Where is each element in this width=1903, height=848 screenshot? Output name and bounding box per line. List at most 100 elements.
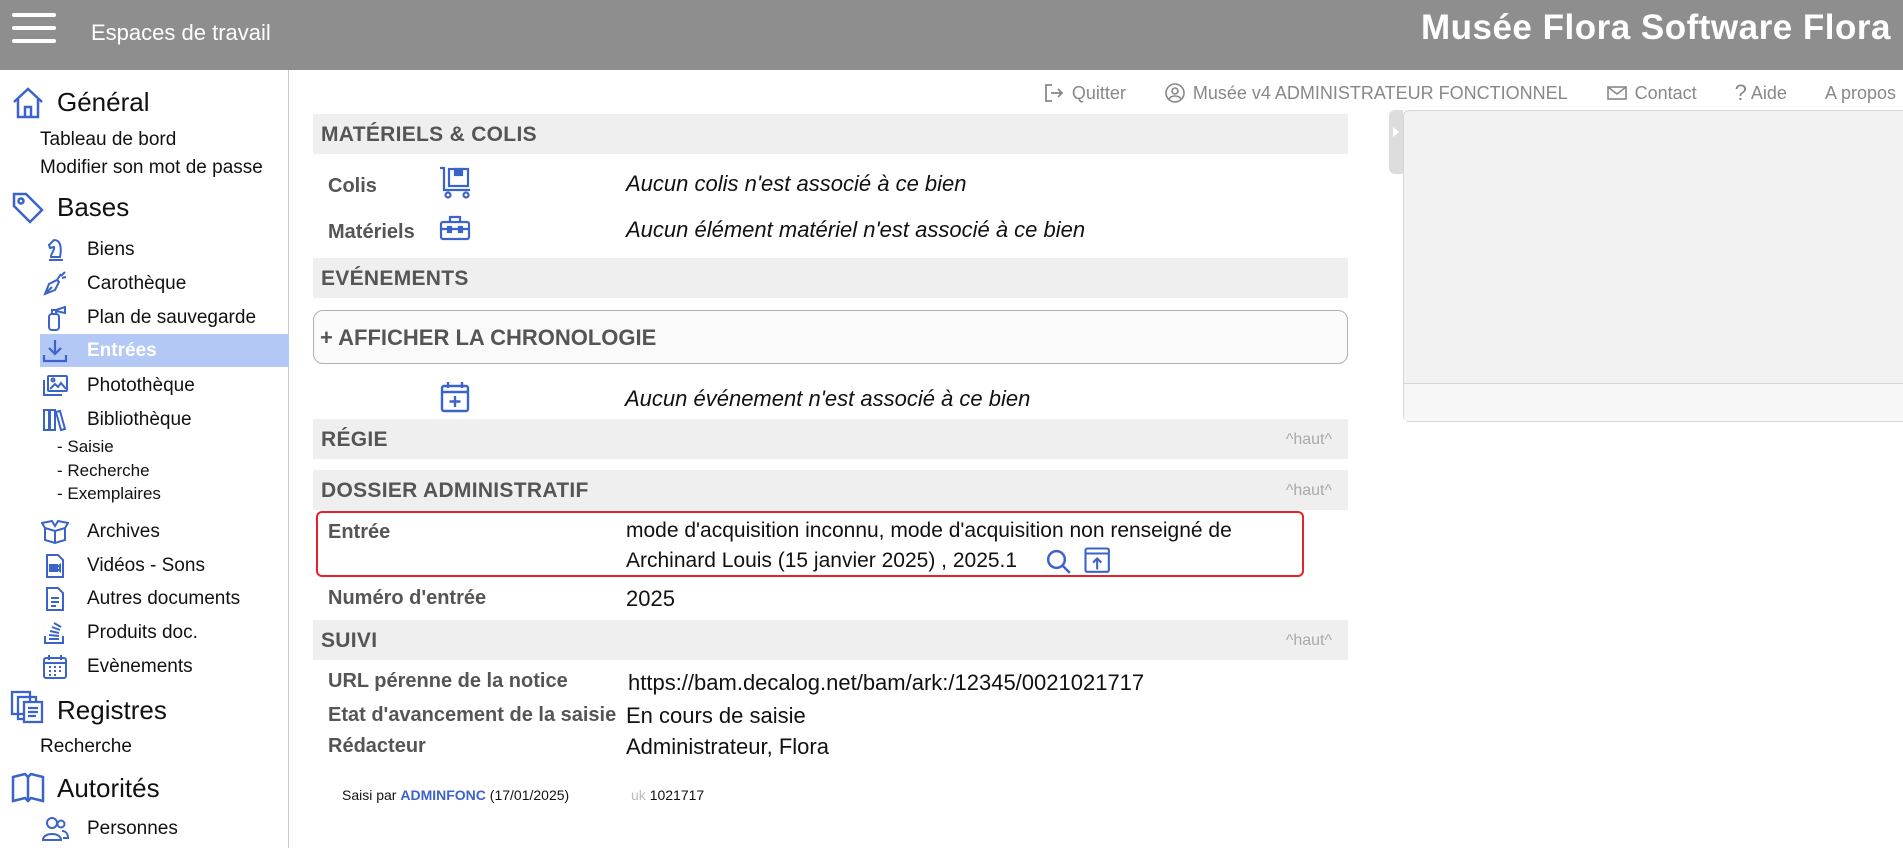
stack-icon bbox=[40, 618, 70, 648]
section-materiels: MATÉRIELS & COLIS bbox=[313, 114, 1348, 154]
images-icon bbox=[40, 371, 70, 401]
chess-knight-icon bbox=[40, 235, 70, 265]
etat-label: Etat d'avancement de la saisie bbox=[328, 704, 617, 726]
sidebar-item-label: Autres documents bbox=[87, 587, 241, 609]
sidebar-link-change-password[interactable]: Modifier son mot de passe bbox=[40, 157, 263, 179]
section-title: RÉGIE bbox=[321, 428, 388, 451]
saisi-par: Saisi par ADMINFONC (17/01/2025) bbox=[342, 787, 569, 803]
workspaces-link[interactable]: Espaces de travail bbox=[91, 20, 271, 46]
top-bar: Espaces de travail Musée Flora Software … bbox=[0, 0, 1903, 70]
tag-icon bbox=[10, 190, 46, 226]
uk-value: 1021717 bbox=[649, 787, 705, 803]
back-to-top-link[interactable]: ^haut^ bbox=[1286, 632, 1332, 650]
quit-link[interactable]: Quitter bbox=[1043, 82, 1126, 104]
section-suivi: SUIVI ^haut^ bbox=[313, 620, 1348, 660]
envelope-icon bbox=[1606, 86, 1627, 100]
cart-box-icon[interactable] bbox=[438, 164, 474, 205]
sidebar-item-label: Bibliothèque bbox=[87, 408, 192, 430]
sidebar-item-autres-documents[interactable]: Autres documents bbox=[40, 582, 289, 615]
app-brand: Musée Flora Software Flora bbox=[1420, 8, 1891, 47]
back-to-top-link[interactable]: ^haut^ bbox=[1286, 482, 1332, 500]
entree-label: Entrée bbox=[328, 521, 391, 543]
back-to-top-link[interactable]: ^haut^ bbox=[1286, 431, 1332, 449]
etat-value: En cours de saisie bbox=[626, 703, 806, 728]
sidebar-item-personnes[interactable]: Personnes bbox=[40, 812, 289, 845]
contact-label: Contact bbox=[1634, 82, 1697, 103]
download-tray-icon bbox=[40, 336, 70, 366]
about-label: A propos bbox=[1824, 82, 1896, 103]
entree-value-line1: mode d'acquisition inconnu, mode d'acqui… bbox=[626, 519, 1232, 542]
sidebar-item-label: Produits doc. bbox=[87, 621, 198, 643]
sidebar-link-registres-recherche[interactable]: Recherche bbox=[40, 736, 132, 758]
users-icon bbox=[40, 814, 70, 844]
section-evenements: EVÉNEMENTS bbox=[313, 258, 1348, 298]
panel-toggle-handle[interactable] bbox=[1389, 110, 1403, 174]
sidebar-item-label: Vidéos - Sons bbox=[87, 554, 205, 576]
section-registres[interactable]: Registres bbox=[57, 695, 167, 726]
saisi-prefix: Saisi par bbox=[342, 787, 397, 803]
entree-value-line2: Archinard Louis (15 janvier 2025) , 2025… bbox=[626, 549, 1018, 572]
colis-value: Aucun colis n'est associé à ce bien bbox=[626, 171, 967, 196]
numero-entree-label: Numéro d'entrée bbox=[328, 587, 487, 609]
calendar-icon bbox=[40, 652, 70, 682]
home-icon bbox=[10, 85, 46, 121]
show-chronology-button[interactable]: + AFFICHER LA CHRONOLOGIE bbox=[313, 310, 1348, 364]
sidebar-item-label: Photothèque bbox=[87, 374, 195, 396]
sidebar-item-entrees[interactable]: Entrées bbox=[40, 334, 289, 367]
section-autorites[interactable]: Autorités bbox=[57, 773, 160, 804]
fire-extinguisher-icon bbox=[40, 303, 70, 333]
sidebar-item-produits-doc[interactable]: Produits doc. bbox=[40, 616, 289, 649]
section-title: EVÉNEMENTS bbox=[321, 267, 469, 290]
user-label: Musée v4 ADMINISTRATEUR FONCTIONNEL bbox=[1192, 82, 1568, 103]
sidebar-sub-saisie[interactable]: - Saisie bbox=[57, 437, 114, 457]
section-title: DOSSIER ADMINISTRATIF bbox=[321, 479, 589, 502]
chronology-label: + AFFICHER LA CHRONOLOGIE bbox=[320, 325, 657, 350]
help-label: Aide bbox=[1750, 82, 1787, 103]
sidebar-item-evenements[interactable]: Evènements bbox=[40, 650, 289, 683]
redacteur-value: Administrateur, Flora bbox=[626, 734, 829, 759]
sidebar-item-videos-sons[interactable]: Vidéos - Sons bbox=[40, 549, 289, 582]
video-file-icon bbox=[40, 551, 70, 581]
uk-label: uk bbox=[631, 787, 646, 803]
toolbox-icon[interactable] bbox=[438, 211, 474, 252]
sidebar-item-bibliotheque[interactable]: Bibliothèque bbox=[40, 403, 289, 436]
menu-icon[interactable] bbox=[12, 13, 56, 47]
section-bases[interactable]: Bases bbox=[57, 192, 129, 223]
open-record-icon[interactable] bbox=[1083, 546, 1113, 581]
sidebar-item-label: Archives bbox=[87, 520, 160, 542]
section-dossier-administratif: DOSSIER ADMINISTRATIF ^haut^ bbox=[313, 470, 1348, 510]
about-link[interactable]: A propos bbox=[1825, 83, 1896, 104]
book-open-icon bbox=[10, 770, 46, 806]
section-regie: RÉGIE ^haut^ bbox=[313, 419, 1348, 459]
contact-link[interactable]: Contact bbox=[1606, 82, 1697, 104]
sidebar-item-archives[interactable]: Archives bbox=[40, 515, 289, 548]
numero-entree-value: 2025 bbox=[626, 586, 675, 611]
sidebar-link-dashboard[interactable]: Tableau de bord bbox=[40, 129, 176, 151]
sidebar-item-label: Personnes bbox=[87, 817, 178, 839]
section-general[interactable]: Général bbox=[57, 87, 150, 118]
question-icon: ? bbox=[1734, 80, 1747, 105]
user-circle-icon bbox=[1165, 83, 1185, 103]
sidebar-item-label: Entrées bbox=[87, 339, 157, 361]
sidebar-item-carotheque[interactable]: Carothèque bbox=[40, 267, 289, 300]
saisi-user-link[interactable]: ADMINFONC bbox=[400, 787, 486, 803]
help-link[interactable]: ? Aide bbox=[1735, 80, 1787, 106]
calendar-plus-icon[interactable] bbox=[438, 380, 474, 421]
sidebar-sub-recherche[interactable]: - Recherche bbox=[57, 461, 150, 481]
sidebar-item-biens[interactable]: Biens bbox=[40, 233, 289, 266]
sidebar-item-label: Biens bbox=[87, 238, 135, 260]
search-icon[interactable] bbox=[1044, 547, 1074, 582]
saisi-date: (17/01/2025) bbox=[489, 787, 570, 803]
sidebar-sub-exemplaires[interactable]: - Exemplaires bbox=[57, 484, 161, 504]
registers-icon bbox=[10, 688, 46, 724]
sidebar-item-phototheque[interactable]: Photothèque bbox=[40, 369, 289, 402]
sidebar-item-plan-sauvegarde[interactable]: Plan de sauvegarde bbox=[40, 301, 289, 334]
side-panel bbox=[1403, 110, 1903, 422]
uk-info: uk 1021717 bbox=[631, 787, 704, 803]
colis-label: Colis bbox=[328, 175, 377, 197]
section-title: SUIVI bbox=[321, 629, 378, 652]
user-link[interactable]: Musée v4 ADMINISTRATEUR FONCTIONNEL bbox=[1164, 82, 1568, 104]
url-value[interactable]: https://bam.decalog.net/bam/ark:/12345/0… bbox=[628, 670, 1144, 696]
utility-bar: Quitter Musée v4 ADMINISTRATEUR FONCTION… bbox=[1043, 80, 1903, 106]
section-title: MATÉRIELS & COLIS bbox=[321, 123, 537, 146]
